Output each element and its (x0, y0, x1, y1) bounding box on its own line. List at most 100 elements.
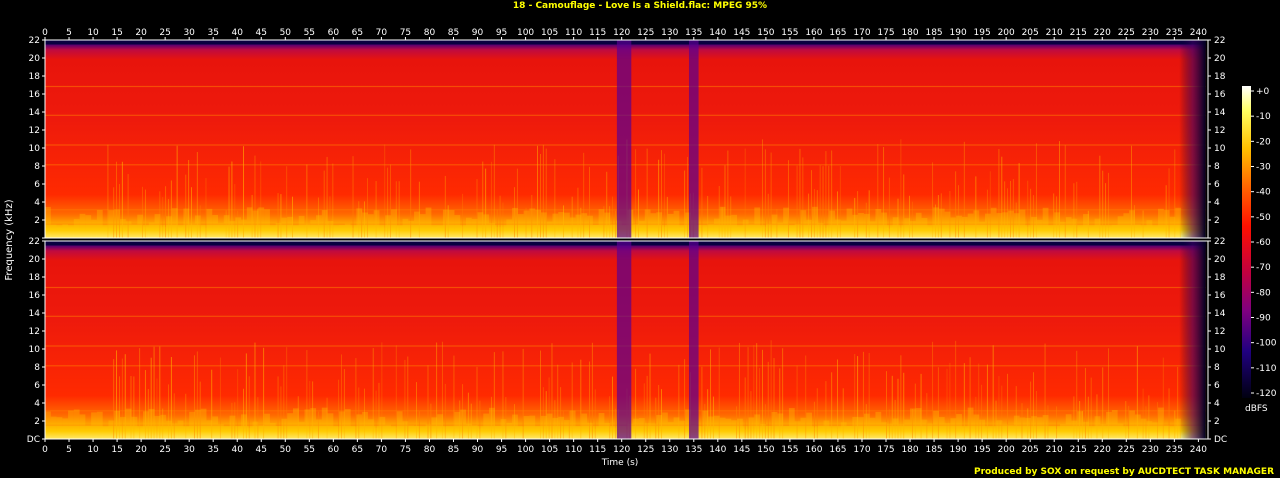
lowfreq-energy (569, 410, 576, 439)
lowfreq-energy (362, 411, 368, 439)
lowfreq-energy (523, 210, 530, 238)
x-tick-label: 65 (352, 445, 363, 455)
lowfreq-energy (869, 417, 876, 439)
lowfreq-energy (125, 408, 132, 439)
lowfreq-energy (408, 220, 415, 238)
channel-2-spectrogram (45, 241, 1206, 439)
y-tick-label: 10 (29, 345, 41, 355)
y-tick-label: 22 (29, 36, 40, 46)
lowfreq-energy (425, 424, 432, 439)
x-tick-label: 120 (613, 28, 630, 38)
x-tick-label: 200 (998, 28, 1015, 38)
lowfreq-energy (419, 214, 426, 238)
quiet-segment (616, 40, 632, 238)
lowfreq-energy (1013, 213, 1020, 238)
lowfreq-energy (50, 416, 57, 439)
lowfreq-energy (316, 419, 322, 439)
lowfreq-energy (212, 416, 219, 439)
lowfreq-energy (344, 223, 351, 238)
transient-streak (986, 364, 988, 439)
lowfreq-energy (206, 420, 213, 439)
lowfreq-energy (1083, 214, 1089, 238)
lowfreq-energy (702, 410, 709, 439)
y-tick-label: 8 (1214, 162, 1220, 172)
lowfreq-energy (241, 414, 247, 439)
lowfreq-energy (68, 228, 74, 238)
lowfreq-energy (1054, 428, 1060, 439)
lowfreq-energy (171, 423, 178, 439)
y-tick-label: 22 (1214, 36, 1225, 46)
x-tick-label: 30 (183, 28, 195, 38)
y-tick-label: 18 (29, 72, 41, 82)
lowfreq-energy (552, 213, 559, 238)
x-tick-label: 110 (565, 28, 582, 38)
x-tick-label: 215 (1070, 28, 1087, 38)
y-tick-label: 12 (1214, 126, 1225, 136)
lowfreq-energy (1042, 415, 1049, 439)
lowfreq-energy (362, 212, 368, 238)
fadeout-region (1179, 241, 1206, 439)
lowfreq-energy (114, 410, 120, 439)
lowfreq-energy (517, 426, 524, 439)
lowfreq-energy (604, 212, 611, 238)
x-tick-label: 10 (87, 445, 99, 455)
x-tick-label: 85 (448, 445, 459, 455)
lowfreq-energy (1059, 221, 1066, 238)
lowfreq-energy (183, 208, 190, 238)
lowfreq-energy (166, 420, 172, 439)
y-tick-label: 20 (29, 54, 41, 64)
x-tick-label: 90 (472, 445, 484, 455)
lowfreq-energy (846, 208, 853, 238)
lowfreq-energy (79, 213, 86, 238)
lowfreq-energy (863, 213, 870, 238)
lowfreq-energy (938, 208, 945, 238)
lowfreq-energy (535, 426, 541, 439)
lowfreq-energy (235, 426, 242, 439)
lowfreq-energy (477, 429, 484, 439)
y-tick-label: 8 (34, 363, 40, 373)
transient-streak (963, 363, 965, 439)
x-tick-label: 235 (1166, 445, 1183, 455)
y-tick-label: 20 (1214, 255, 1226, 265)
transient-streak (992, 345, 994, 439)
x-tick-label: 160 (805, 28, 822, 38)
lowfreq-energy (512, 414, 518, 439)
lowfreq-energy (858, 417, 864, 439)
lowfreq-energy (339, 411, 345, 439)
transient-streak (384, 144, 386, 238)
y-tick-label: 6 (34, 180, 40, 190)
colorbar-tick-label: +0 (1256, 87, 1270, 97)
y-tick-label: 10 (1214, 345, 1226, 355)
lowfreq-energy (252, 421, 259, 439)
lowfreq-energy (852, 416, 859, 439)
lowfreq-energy (760, 226, 766, 238)
lowfreq-energy (385, 215, 392, 238)
lowfreq-energy (1117, 423, 1124, 439)
lowfreq-energy (108, 210, 115, 238)
x-tick-label: 50 (280, 445, 292, 455)
lowfreq-energy (471, 425, 478, 439)
lowfreq-energy (264, 413, 270, 439)
lowfreq-energy (1083, 421, 1089, 439)
lowfreq-energy (171, 208, 178, 238)
lowfreq-energy (604, 423, 611, 439)
x-tick-label: 160 (805, 445, 822, 455)
lowfreq-energy (56, 228, 63, 238)
lowfreq-energy (754, 414, 761, 439)
y-tick-label: 22 (1214, 237, 1225, 247)
lowfreq-energy (1111, 410, 1118, 439)
lowfreq-energy (587, 422, 593, 439)
lowfreq-energy (264, 209, 270, 238)
lowfreq-energy (1054, 212, 1060, 238)
lowfreq-energy (437, 414, 443, 439)
lowfreq-energy (1117, 216, 1124, 238)
lowfreq-energy (788, 408, 795, 439)
lowfreq-energy (771, 214, 778, 238)
lowfreq-energy (950, 217, 957, 238)
lowfreq-energy (840, 220, 847, 238)
lowfreq-energy (68, 410, 74, 439)
lowfreq-energy (1013, 415, 1020, 439)
lowfreq-energy (241, 219, 247, 238)
transient-streak (107, 144, 109, 238)
lowfreq-energy (910, 408, 916, 439)
